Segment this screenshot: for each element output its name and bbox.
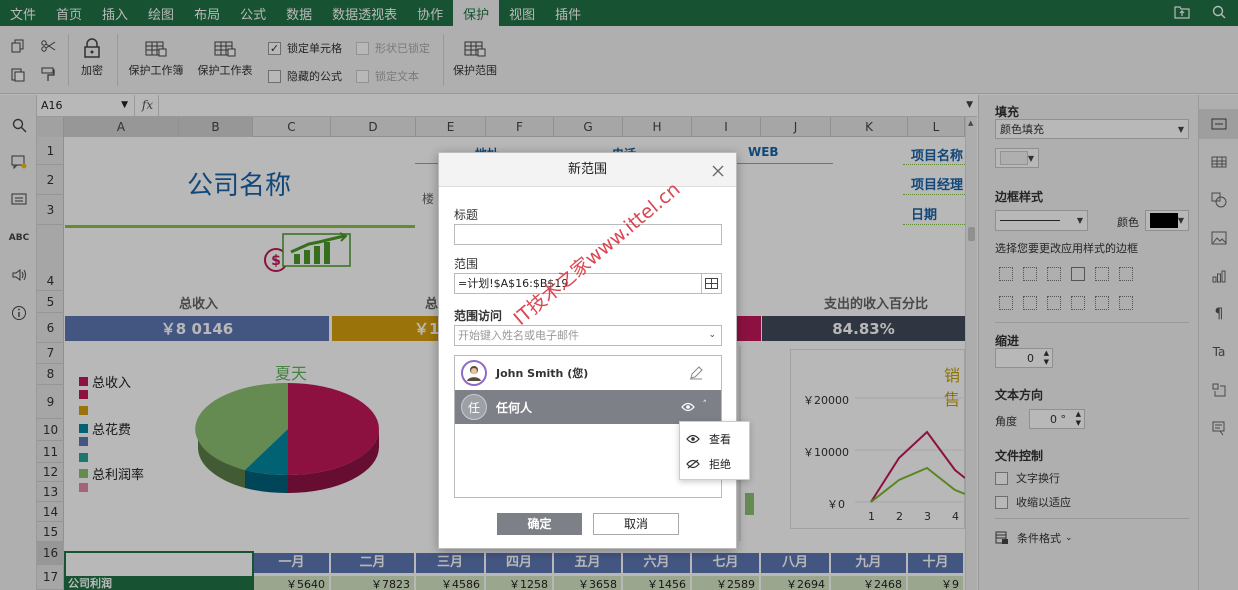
close-icon[interactable] [712, 160, 724, 182]
user-name: John Smith (您) [496, 367, 589, 380]
access-label: 范围访问 [454, 309, 503, 323]
access-deny-option[interactable]: 拒绝 [686, 453, 731, 475]
eye-icon [686, 434, 700, 444]
chevron-up-icon[interactable]: ˄ [703, 400, 708, 410]
select-range-icon[interactable] [701, 273, 721, 294]
title-label: 标题 [454, 208, 479, 222]
cancel-button[interactable]: 取消 [593, 513, 679, 535]
user-row-anyone[interactable]: 任 任何人 ˄ [455, 390, 721, 424]
avatar [461, 360, 487, 386]
user-name: 任何人 [496, 400, 533, 415]
eye-icon[interactable] [681, 401, 695, 415]
access-search-input[interactable]: 开始键入姓名或电子邮件 ⌄ [454, 325, 722, 346]
ok-button[interactable]: 确定 [497, 513, 582, 535]
chevron-down-icon[interactable]: ⌄ [708, 326, 716, 345]
new-range-dialog: 新范围 标题 范围 =计划!$A$16:$B$19 范围访问 开始键入姓名或电子… [438, 152, 737, 549]
dialog-title: 新范围 [439, 153, 736, 187]
edit-icon[interactable] [689, 366, 703, 383]
access-view-option[interactable]: 查看 [686, 428, 731, 450]
eye-slash-icon [686, 459, 700, 469]
user-row[interactable]: John Smith (您) [455, 356, 721, 390]
range-label: 范围 [454, 257, 479, 271]
avatar: 任 [461, 394, 487, 420]
access-menu: 查看 拒绝 [679, 421, 750, 480]
